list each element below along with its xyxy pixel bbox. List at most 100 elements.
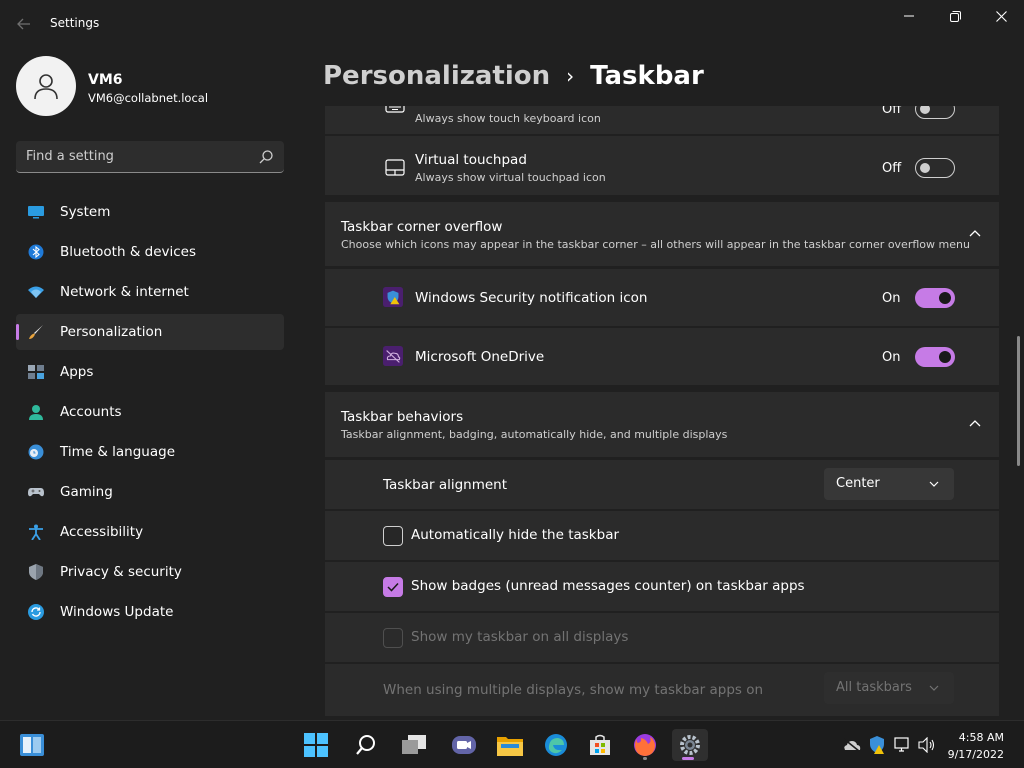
- sidebar-item-label: Windows Update: [60, 604, 174, 620]
- security-notification-label: Windows Security notification icon: [415, 290, 648, 306]
- show-badges-checkbox[interactable]: [383, 577, 403, 597]
- all-displays-checkbox[interactable]: [383, 628, 403, 648]
- profile-email: VM6@collabnet.local: [88, 91, 209, 105]
- taskbar-behaviors-header[interactable]: Taskbar behaviors Taskbar alignment, bad…: [325, 392, 999, 457]
- app-title: Settings: [50, 16, 100, 30]
- multi-display-dropdown[interactable]: All taskbars: [824, 672, 954, 704]
- search-taskbar-icon[interactable]: [350, 729, 382, 761]
- multi-display-row: When using multiple displays, show my ta…: [325, 664, 999, 716]
- sidebar-item-label: Bluetooth & devices: [60, 244, 197, 260]
- onedrive-icon: [383, 346, 403, 366]
- update-icon: [28, 604, 44, 620]
- sidebar-item-privacy-security[interactable]: Privacy & security: [16, 554, 284, 590]
- clock-date: 9/17/2022: [947, 748, 1004, 761]
- breadcrumb-parent[interactable]: Personalization: [323, 61, 550, 91]
- sidebar-item-accounts[interactable]: Accounts: [16, 394, 284, 430]
- settings-content: Always show touch keyboard icon Off Virt…: [325, 106, 999, 718]
- sidebar-item-label: Network & internet: [60, 284, 189, 300]
- security-tray-icon[interactable]: [868, 736, 886, 754]
- clock-globe-icon: [28, 444, 44, 460]
- checkmark-icon: [387, 582, 399, 592]
- sidebar-item-apps[interactable]: Apps: [16, 354, 284, 390]
- windows-security-icon: [383, 287, 403, 307]
- sidebar-item-network[interactable]: Network & internet: [16, 274, 284, 310]
- system-icon: [28, 206, 44, 219]
- running-indicator: [643, 757, 647, 760]
- clock-time: 4:58 AM: [958, 731, 1004, 744]
- touch-keyboard-toggle[interactable]: [915, 106, 955, 119]
- auto-hide-label: Automatically hide the taskbar: [411, 527, 620, 543]
- sidebar-item-system[interactable]: System: [16, 194, 284, 230]
- onedrive-label: Microsoft OneDrive: [415, 349, 545, 365]
- page-title: Taskbar: [590, 61, 704, 91]
- multi-display-value: All taskbars: [836, 680, 912, 695]
- teams-chat-icon[interactable]: [448, 729, 480, 761]
- sidebar-item-personalization[interactable]: Personalization: [16, 314, 284, 350]
- security-notification-toggle[interactable]: [915, 288, 955, 308]
- sidebar-item-label: System: [60, 204, 111, 220]
- avatar: [16, 56, 76, 116]
- chevron-up-icon[interactable]: [967, 226, 983, 242]
- auto-hide-checkbox[interactable]: [383, 526, 403, 546]
- back-arrow-icon[interactable]: [12, 12, 36, 36]
- account-icon: [29, 405, 43, 420]
- sidebar-item-bluetooth[interactable]: Bluetooth & devices: [16, 234, 284, 270]
- search-input[interactable]: [26, 141, 246, 172]
- taskbar-alignment-row: Taskbar alignment Center: [325, 460, 999, 509]
- virtual-touchpad-description: Always show virtual touchpad icon: [415, 171, 606, 184]
- firefox-icon[interactable]: [629, 729, 661, 761]
- network-icon[interactable]: [894, 736, 912, 754]
- sidebar-nav: System Bluetooth & devices Network & int…: [16, 194, 284, 634]
- sidebar-item-time-language[interactable]: Time & language: [16, 434, 284, 470]
- auto-hide-row: Automatically hide the taskbar: [325, 511, 999, 560]
- bluetooth-icon: [28, 244, 44, 260]
- taskbar-alignment-dropdown[interactable]: Center: [824, 468, 954, 500]
- touch-keyboard-state: Off: [882, 106, 902, 117]
- virtual-touchpad-toggle[interactable]: [915, 158, 955, 178]
- brush-icon: [29, 325, 43, 339]
- keyboard-icon: [385, 106, 405, 113]
- virtual-touchpad-state: Off: [882, 161, 902, 176]
- all-displays-label: Show my taskbar on all displays: [411, 629, 629, 645]
- close-button[interactable]: [978, 0, 1024, 32]
- settings-taskbar-icon[interactable]: [672, 729, 708, 761]
- windows-logo-icon: [304, 733, 328, 757]
- breadcrumb: Personalization › Taskbar: [323, 58, 704, 94]
- taskbar-behaviors-description: Taskbar alignment, badging, automaticall…: [341, 428, 728, 441]
- restore-button[interactable]: [932, 0, 978, 32]
- taskbar-clock[interactable]: 4:58 AM 9/17/2022: [934, 729, 1004, 763]
- sidebar-item-windows-update[interactable]: Windows Update: [16, 594, 284, 630]
- scrollbar-thumb[interactable]: [1017, 336, 1020, 466]
- sidebar-item-label: Accounts: [60, 404, 122, 420]
- search-icon[interactable]: [258, 149, 274, 165]
- widgets-icon[interactable]: [16, 729, 48, 761]
- file-explorer-icon[interactable]: [494, 729, 526, 761]
- chevron-down-icon: [929, 685, 939, 691]
- corner-overflow-header[interactable]: Taskbar corner overflow Choose which ico…: [325, 202, 999, 266]
- taskbar-behaviors-title: Taskbar behaviors: [341, 409, 464, 425]
- task-view-icon[interactable]: [398, 729, 430, 761]
- chevron-up-icon[interactable]: [967, 416, 983, 432]
- all-displays-row: Show my taskbar on all displays: [325, 613, 999, 662]
- touch-keyboard-row: Always show touch keyboard icon Off: [325, 106, 999, 134]
- sidebar-item-label: Accessibility: [60, 524, 144, 540]
- wifi-icon: [28, 286, 44, 298]
- onedrive-tray-icon[interactable]: [843, 736, 861, 754]
- gear-icon: [680, 735, 700, 755]
- apps-icon: [28, 365, 44, 379]
- sidebar-item-accessibility[interactable]: Accessibility: [16, 514, 284, 550]
- onedrive-toggle[interactable]: [915, 347, 955, 367]
- minimize-button[interactable]: [886, 0, 932, 32]
- title-bar: Settings: [0, 0, 1024, 48]
- corner-overflow-description: Choose which icons may appear in the tas…: [341, 238, 970, 251]
- onedrive-state: On: [882, 350, 901, 365]
- user-icon: [34, 74, 58, 100]
- user-profile[interactable]: VM6 VM6@collabnet.local: [16, 56, 296, 118]
- start-button[interactable]: [300, 729, 332, 761]
- store-icon[interactable]: [584, 729, 616, 761]
- multi-display-label: When using multiple displays, show my ta…: [383, 682, 764, 698]
- edge-icon[interactable]: [540, 729, 572, 761]
- virtual-touchpad-title: Virtual touchpad: [415, 152, 527, 168]
- sidebar-item-gaming[interactable]: Gaming: [16, 474, 284, 510]
- search-box[interactable]: [16, 141, 284, 173]
